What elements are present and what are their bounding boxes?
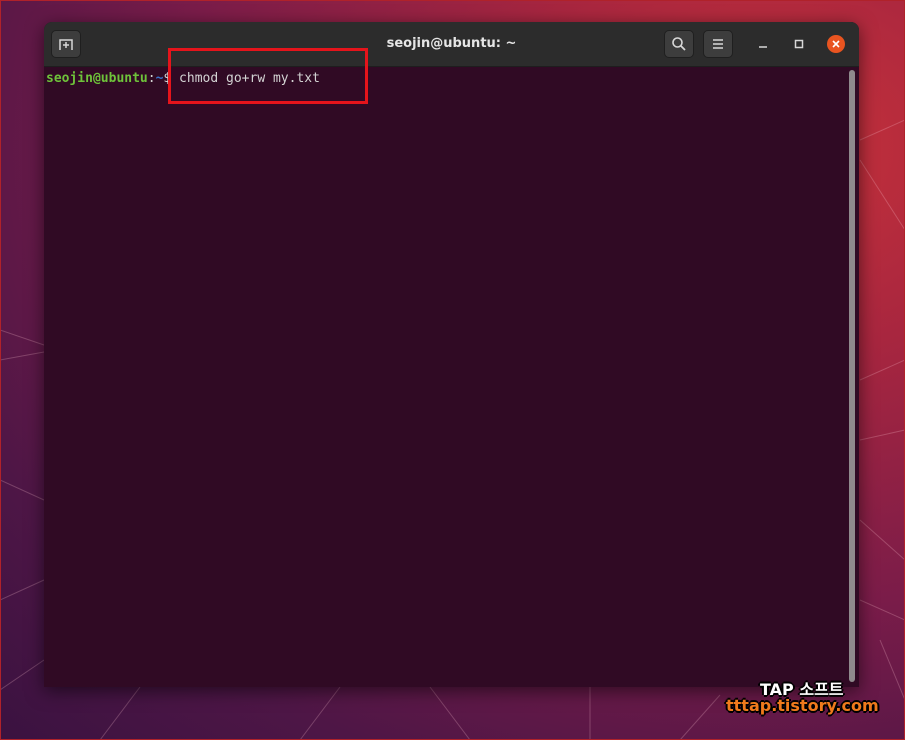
prompt-user: seojin@ubuntu xyxy=(46,71,148,86)
terminal-output[interactable]: seojin@ubuntu:~$ chmod go+rw my.txt xyxy=(44,67,847,687)
title-bar[interactable]: seojin@ubuntu: ~ xyxy=(44,22,859,67)
search-button[interactable] xyxy=(664,30,694,58)
scrollbar[interactable] xyxy=(849,70,855,682)
prompt-separator: : xyxy=(147,71,156,86)
maximize-button[interactable] xyxy=(790,35,808,53)
menu-button[interactable] xyxy=(703,30,733,58)
close-icon xyxy=(832,40,840,48)
maximize-icon xyxy=(794,39,804,49)
search-icon xyxy=(672,37,686,51)
hamburger-menu-icon xyxy=(713,39,723,49)
window-title: seojin@ubuntu: ~ xyxy=(386,36,517,51)
close-button[interactable] xyxy=(827,35,845,53)
minimize-icon xyxy=(759,46,767,48)
minimize-button[interactable] xyxy=(754,35,772,53)
command-highlight-box xyxy=(168,48,368,104)
terminal-window: seojin@ubuntu: ~ seojin@ubuntu:~$ chmod … xyxy=(44,22,859,687)
scrollbar-thumb[interactable] xyxy=(849,70,855,682)
watermark-url: tttap.tistory.com xyxy=(726,696,879,715)
